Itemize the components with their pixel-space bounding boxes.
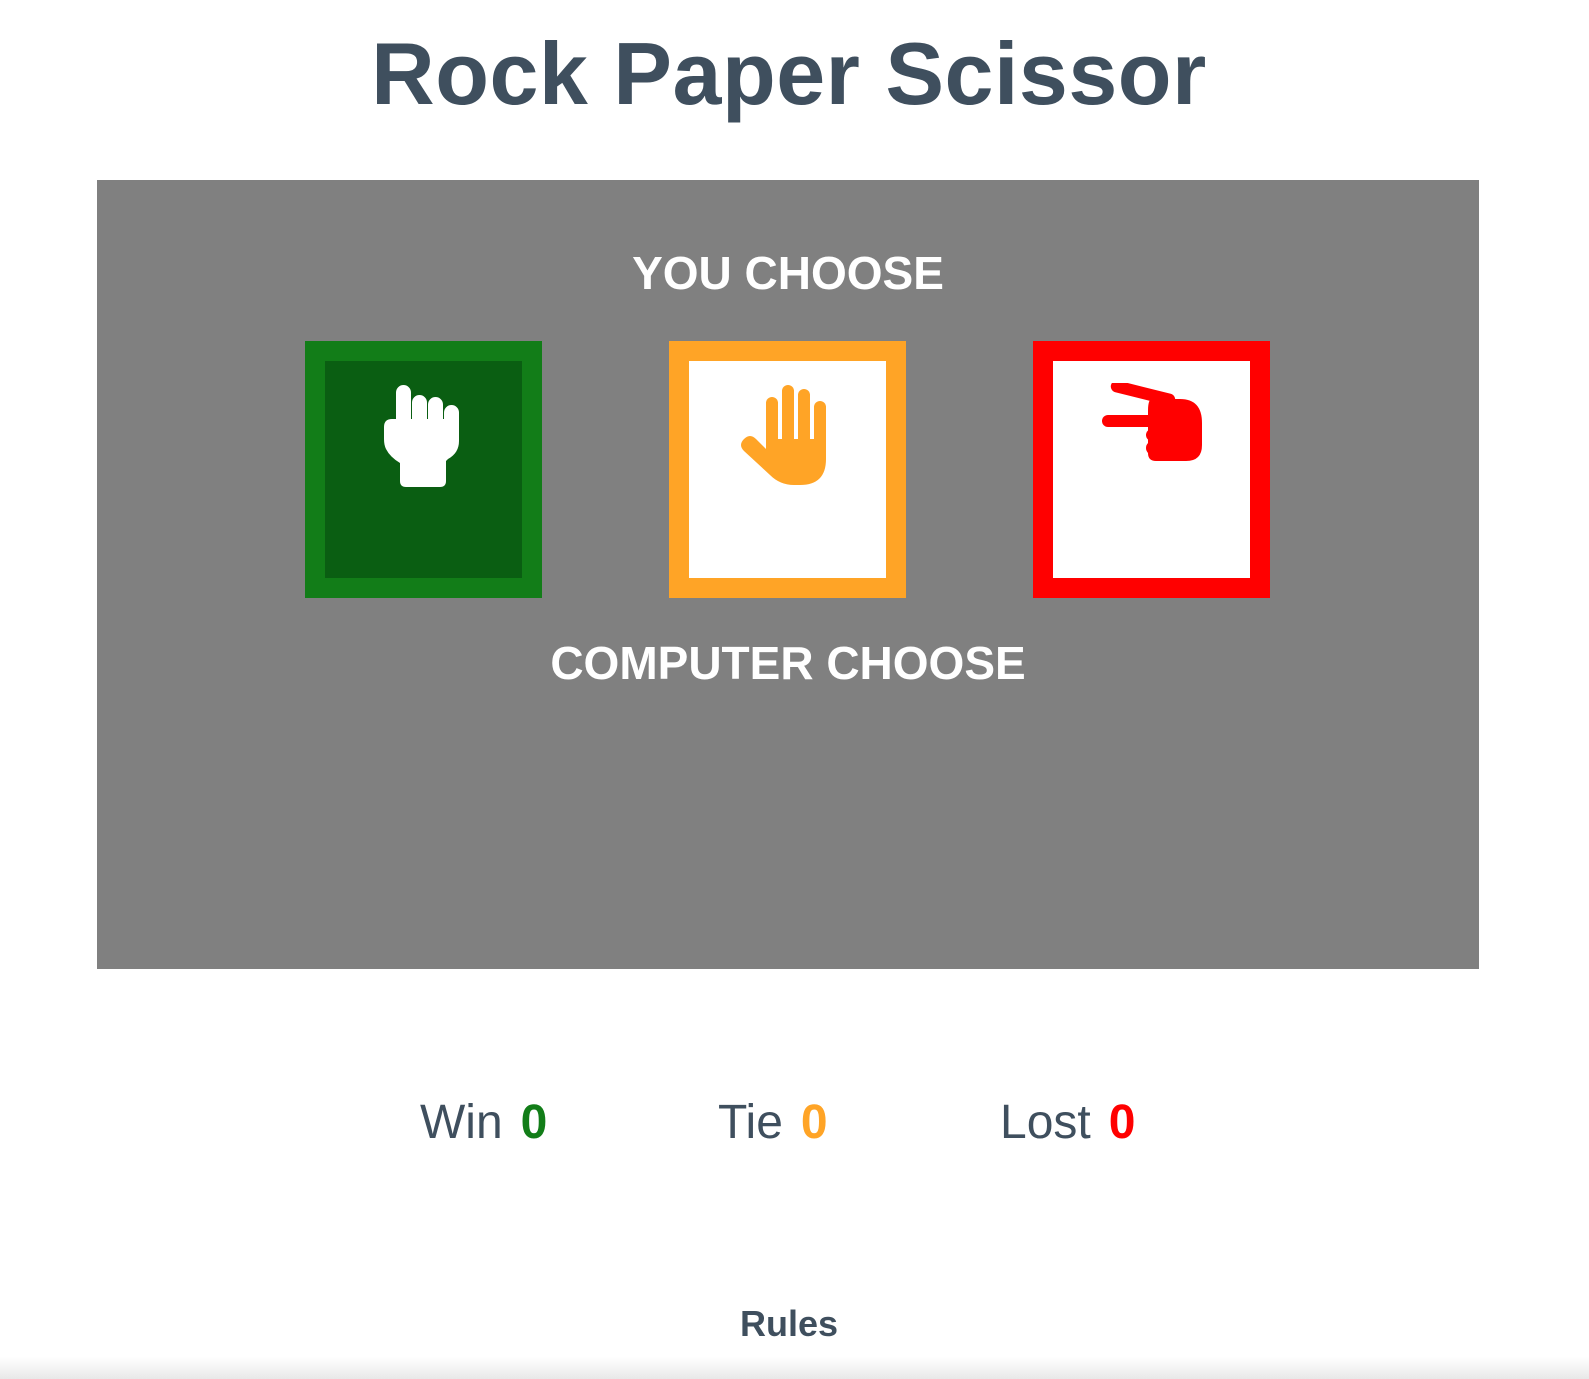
win-label: Win [420, 1096, 503, 1149]
win-score: Win 0 [420, 1093, 547, 1153]
tie-label: Tie [718, 1096, 783, 1149]
scoreboard: Win 0 Tie 0 Lost 0 [0, 1093, 1578, 1153]
you-choose-heading: YOU CHOOSE [632, 247, 944, 299]
game-board: YOU CHOOSE COMPUTER CHOOSE [97, 180, 1479, 969]
fist-icon [383, 385, 459, 487]
computer-choose-heading: COMPUTER CHOOSE [550, 637, 1026, 689]
tie-count: 0 [800, 1096, 828, 1149]
open-hand-icon [740, 385, 826, 485]
rules-button[interactable]: Rules [0, 1302, 1578, 1346]
page-title: Rock Paper Scissor [371, 24, 1207, 123]
lost-label: Lost [1000, 1096, 1091, 1149]
bottom-edge-shade [0, 1357, 1589, 1379]
tie-score: Tie 0 [718, 1093, 828, 1153]
paper-choice-button[interactable] [669, 341, 906, 598]
rock-choice-button[interactable] [305, 341, 542, 598]
lost-count: 0 [1108, 1096, 1136, 1149]
scissor-choice-button[interactable] [1033, 341, 1270, 598]
scissors-hand-icon [1101, 383, 1202, 461]
lost-score: Lost 0 [1000, 1093, 1135, 1153]
win-count: 0 [520, 1096, 548, 1149]
